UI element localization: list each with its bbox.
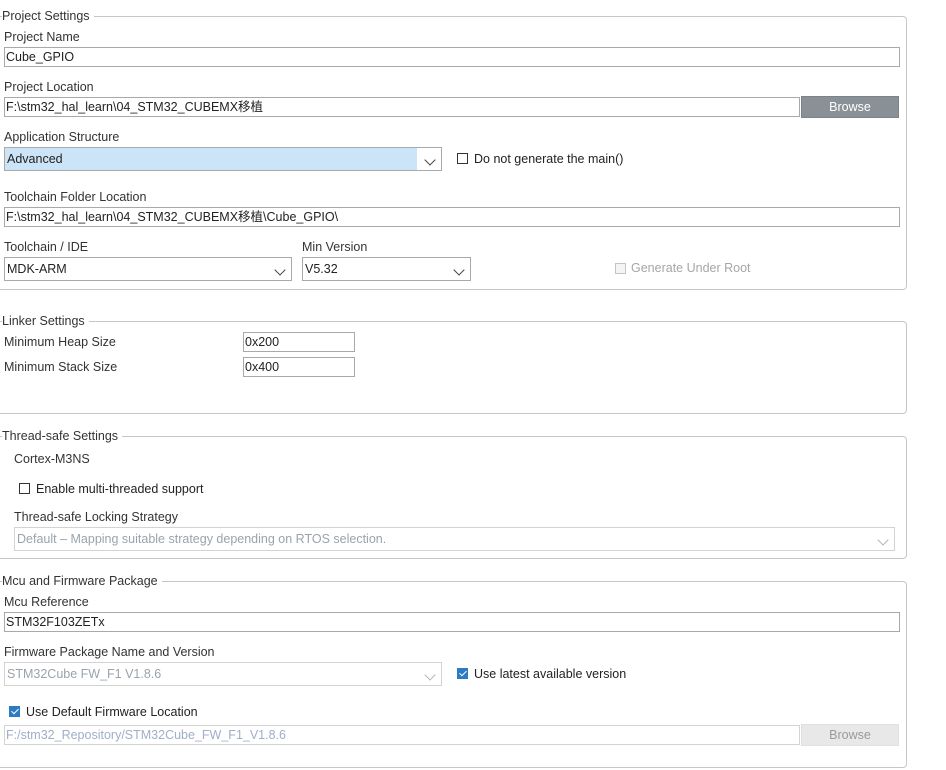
chevron-down-icon	[453, 264, 465, 276]
fw-package-select[interactable]: STM32Cube FW_F1 V1.8.6	[4, 662, 442, 686]
fw-location-browse-button[interactable]: Browse	[801, 724, 899, 746]
chevron-down-icon	[274, 264, 286, 276]
locking-strategy-select[interactable]: Default – Mapping suitable strategy depe…	[14, 527, 895, 551]
project-location-browse-button[interactable]: Browse	[801, 96, 899, 118]
min-version-label: Min Version	[302, 240, 368, 254]
use-latest-label: Use latest available version	[474, 667, 627, 681]
locking-strategy-label: Thread-safe Locking Strategy	[14, 510, 178, 524]
linker-settings-group	[0, 321, 907, 414]
project-name-label: Project Name	[4, 30, 80, 44]
toolchain-ide-value: MDK-ARM	[7, 262, 67, 276]
app-structure-value: Advanced	[5, 148, 417, 170]
fw-location-input[interactable]: F:/stm32_Repository/STM32Cube_FW_F1_V1.8…	[4, 725, 800, 745]
project-settings-title: Project Settings	[2, 9, 94, 24]
heap-size-label: Minimum Heap Size	[4, 335, 116, 349]
fw-package-label: Firmware Package Name and Version	[4, 645, 215, 659]
chevron-down-icon	[424, 154, 436, 166]
mcu-firmware-title: Mcu and Firmware Package	[2, 574, 162, 589]
mcu-reference-input[interactable]: STM32F103ZETx	[4, 612, 900, 632]
no-main-checkbox[interactable]	[457, 153, 468, 164]
min-version-select[interactable]: V5.32	[302, 257, 471, 281]
project-name-input[interactable]: Cube_GPIO	[4, 47, 900, 67]
mcu-reference-label: Mcu Reference	[4, 595, 89, 609]
linker-settings-title: Linker Settings	[2, 314, 89, 329]
no-main-label: Do not generate the main()	[474, 152, 624, 166]
use-latest-checkbox[interactable]	[457, 668, 468, 679]
use-default-location-label: Use Default Firmware Location	[26, 705, 198, 719]
toolchain-ide-select[interactable]: MDK-ARM	[4, 257, 292, 281]
fw-package-value: STM32Cube FW_F1 V1.8.6	[7, 667, 162, 681]
locking-strategy-value: Default – Mapping suitable strategy depe…	[17, 532, 387, 546]
chevron-down-icon	[877, 534, 889, 546]
generate-under-root-label: Generate Under Root	[631, 261, 751, 275]
toolchain-folder-label: Toolchain Folder Location	[4, 190, 147, 204]
toolchain-folder-input[interactable]: F:\stm32_hal_learn\04_STM32_CUBEMX移植\Cub…	[4, 207, 900, 227]
multithread-label: Enable multi-threaded support	[36, 482, 204, 496]
core-label: Cortex-M3NS	[14, 452, 90, 466]
stack-size-input[interactable]: 0x400	[243, 357, 355, 377]
app-structure-label: Application Structure	[4, 130, 120, 144]
heap-size-input[interactable]: 0x200	[243, 332, 355, 352]
stack-size-label: Minimum Stack Size	[4, 360, 118, 374]
use-default-location-checkbox[interactable]	[9, 706, 20, 717]
generate-under-root-checkbox[interactable]	[615, 263, 626, 274]
multithread-checkbox[interactable]	[19, 483, 30, 494]
project-location-label: Project Location	[4, 80, 94, 94]
project-location-input[interactable]: F:\stm32_hal_learn\04_STM32_CUBEMX移植	[4, 97, 800, 117]
thread-safe-settings-title: Thread-safe Settings	[2, 429, 123, 444]
app-structure-select[interactable]: Advanced	[4, 147, 442, 171]
toolchain-ide-label: Toolchain / IDE	[4, 240, 89, 254]
chevron-down-icon	[424, 669, 436, 681]
min-version-value: V5.32	[305, 262, 338, 276]
